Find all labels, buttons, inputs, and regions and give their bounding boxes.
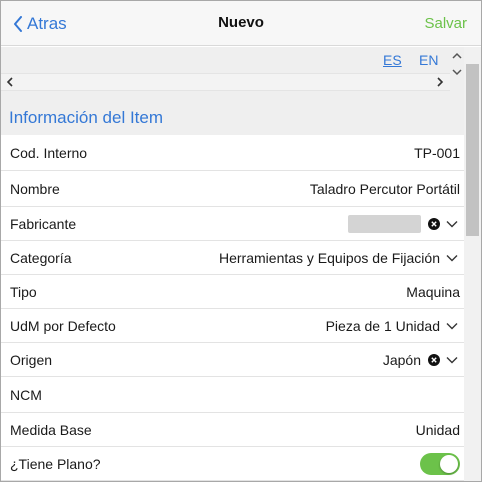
app-window: Atras Nuevo Salvar ES EN Información del… xyxy=(0,0,482,482)
field-label: NCM xyxy=(10,386,42,403)
medida-base-value[interactable]: Unidad xyxy=(416,422,460,438)
language-es-link[interactable]: ES xyxy=(383,52,402,68)
vertical-scrollbar[interactable] xyxy=(464,47,481,481)
fabricante-select[interactable] xyxy=(348,214,460,233)
language-bar: ES EN xyxy=(1,47,464,76)
navigation-bar: Atras Nuevo Salvar xyxy=(1,1,481,46)
language-en-link[interactable]: EN xyxy=(419,52,438,68)
nombre-value[interactable]: Taladro Percutor Portátil xyxy=(310,181,460,197)
field-label: Nombre xyxy=(10,180,60,197)
field-label: Medida Base xyxy=(10,421,92,438)
field-label: ¿Tiene Plano? xyxy=(10,455,101,472)
form-rows: Cod. Interno TP-001 Nombre Taladro Percu… xyxy=(1,135,464,481)
toggle-knob xyxy=(440,454,458,473)
mini-scroll-arrows-icon[interactable] xyxy=(450,49,464,77)
clear-icon[interactable] xyxy=(428,217,440,230)
chevron-down-icon[interactable] xyxy=(446,322,458,330)
field-row-tiene-plano[interactable]: ¿Tiene Plano? xyxy=(1,447,464,481)
udm-select[interactable]: Pieza de 1 Unidad xyxy=(326,318,460,334)
scroll-left-icon[interactable] xyxy=(5,77,15,87)
categoria-select[interactable]: Herramientas y Equipos de Fijación xyxy=(219,250,460,266)
tipo-text: Maquina xyxy=(406,283,460,300)
field-label: Fabricante xyxy=(10,215,77,232)
field-row-udm[interactable]: UdM por Defecto Pieza de 1 Unidad xyxy=(1,309,464,343)
field-label: Origen xyxy=(10,351,53,368)
field-row-ncm[interactable]: NCM xyxy=(1,377,464,413)
save-button[interactable]: Salvar xyxy=(424,15,467,32)
chevron-down-icon[interactable] xyxy=(446,254,458,262)
back-button[interactable]: Atras xyxy=(13,13,67,35)
categoria-text: Herramientas y Equipos de Fijación xyxy=(219,249,440,266)
field-row-categoria[interactable]: Categoría Herramientas y Equipos de Fija… xyxy=(1,241,464,275)
origen-text: Japón xyxy=(382,351,421,368)
cod-interno-value[interactable]: TP-001 xyxy=(414,145,460,161)
back-label: Atras xyxy=(27,14,67,33)
section-title: Información del Item xyxy=(9,108,164,127)
clear-icon[interactable] xyxy=(428,353,440,366)
field-label: Tipo xyxy=(10,283,37,300)
form-content: ES EN Información del Item Cod. Interno … xyxy=(1,47,464,481)
medida-base-text: Unidad xyxy=(415,421,460,438)
field-row-origen[interactable]: Origen Japón xyxy=(1,343,464,377)
field-row-cod-interno[interactable]: Cod. Interno TP-001 xyxy=(1,135,464,171)
tipo-value[interactable]: Maquina xyxy=(406,284,460,300)
cod-interno-text: TP-001 xyxy=(414,144,460,161)
field-label: UdM por Defecto xyxy=(10,317,116,334)
field-row-tipo[interactable]: Tipo Maquina xyxy=(1,275,464,309)
field-row-medida-base[interactable]: Medida Base Unidad xyxy=(1,413,464,447)
field-row-nombre[interactable]: Nombre Taladro Percutor Portátil xyxy=(1,171,464,207)
tiene-plano-toggle[interactable] xyxy=(420,452,460,475)
page-title: Nuevo xyxy=(218,14,264,31)
chevron-down-icon[interactable] xyxy=(446,220,458,228)
section-header: Información del Item xyxy=(1,99,464,135)
fabricante-value-box xyxy=(348,214,421,233)
nombre-text: Taladro Percutor Portátil xyxy=(309,180,460,197)
scroll-right-icon[interactable] xyxy=(435,77,445,87)
field-label: Cod. Interno xyxy=(10,144,88,161)
chevron-left-icon xyxy=(14,16,22,32)
field-label: Categoría xyxy=(10,249,72,266)
scrollbar-thumb[interactable] xyxy=(466,64,479,236)
chevron-down-icon[interactable] xyxy=(446,356,458,364)
origen-select[interactable]: Japón xyxy=(383,352,460,368)
udm-text: Pieza de 1 Unidad xyxy=(325,317,440,334)
field-row-fabricante[interactable]: Fabricante xyxy=(1,207,464,241)
horizontal-scrollbar[interactable] xyxy=(1,73,450,91)
